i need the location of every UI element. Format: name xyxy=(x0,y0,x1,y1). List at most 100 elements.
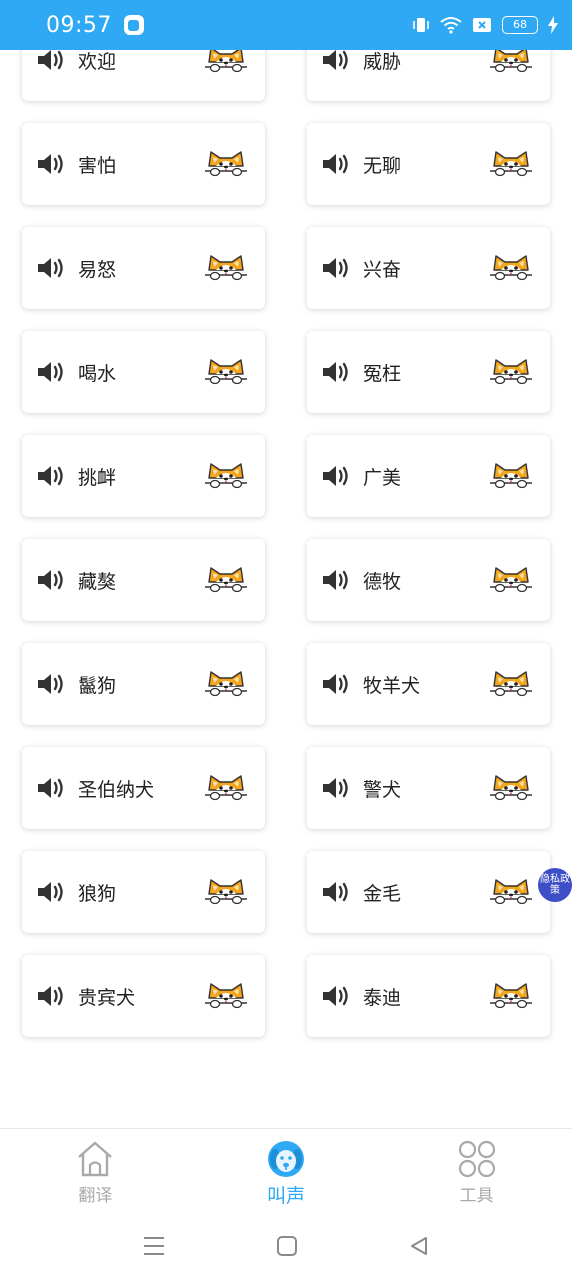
status-time: 09:57 xyxy=(46,12,112,38)
dog-mascot-icon xyxy=(203,669,249,699)
vibrate-icon xyxy=(413,18,429,32)
sound-card[interactable]: 牧羊犬 xyxy=(307,643,550,725)
status-bar: 09:57 68 xyxy=(0,0,572,50)
sound-card[interactable]: 挑衅 xyxy=(22,435,265,517)
speaker-icon xyxy=(321,983,351,1009)
privacy-policy-badge[interactable]: 隐私政策 xyxy=(538,868,572,902)
sound-card[interactable]: 贵宾犬 xyxy=(22,955,265,1037)
dog-mascot-icon xyxy=(488,357,534,387)
speaker-icon xyxy=(36,47,66,73)
dog-mascot-icon xyxy=(488,877,534,907)
back-triangle-icon[interactable] xyxy=(408,1235,430,1257)
tools-grid-icon xyxy=(458,1140,495,1178)
speaker-icon xyxy=(36,255,66,281)
nav-item-tools[interactable]: 工具 xyxy=(381,1129,572,1212)
speaker-icon xyxy=(36,151,66,177)
sound-label: 牧羊犬 xyxy=(363,674,421,697)
sound-card[interactable]: 兴奋 xyxy=(307,227,550,309)
dog-icon xyxy=(268,1141,304,1177)
sound-label: 挑衅 xyxy=(78,466,117,489)
system-nav-bar xyxy=(0,1212,572,1280)
dog-mascot-icon xyxy=(488,461,534,491)
sound-label: 藏獒 xyxy=(78,570,117,593)
sound-card[interactable]: 圣伯纳犬 xyxy=(22,747,265,829)
sound-card[interactable]: 泰迪 xyxy=(307,955,550,1037)
sound-label: 狼狗 xyxy=(78,882,117,905)
home-square-icon[interactable] xyxy=(276,1235,298,1257)
battery-icon: 68 xyxy=(502,16,538,34)
speaker-icon xyxy=(321,775,351,801)
nav-item-bark[interactable]: 叫声 xyxy=(191,1129,382,1212)
sound-label: 警犬 xyxy=(363,778,402,801)
nav-item-translate[interactable]: 翻译 xyxy=(0,1129,191,1212)
dog-mascot-icon xyxy=(488,981,534,1011)
status-icons: 68 xyxy=(412,16,558,34)
sound-label: 贵宾犬 xyxy=(78,986,136,1009)
sound-label: 兴奋 xyxy=(363,258,402,281)
nav-label-translate: 翻译 xyxy=(78,1186,113,1206)
dog-mascot-icon xyxy=(488,669,534,699)
dog-mascot-icon xyxy=(488,253,534,283)
speaker-icon xyxy=(321,151,351,177)
sound-card[interactable]: 金毛 xyxy=(307,851,550,933)
house-icon xyxy=(78,1141,113,1177)
sound-card[interactable]: 狼狗 xyxy=(22,851,265,933)
sound-grid: 欢迎 威胁害怕 无聊易怒 兴奋喝水 冤枉挑衅 广美藏獒 德牧鬣狗 牧羊犬圣伯纳犬 警犬狼狗 金毛贵… xyxy=(0,0,572,1128)
sound-label: 害怕 xyxy=(78,154,117,177)
sound-label: 德牧 xyxy=(363,570,402,593)
sound-card[interactable]: 警犬 xyxy=(307,747,550,829)
speaker-icon xyxy=(321,359,351,385)
sound-label: 鬣狗 xyxy=(78,674,117,697)
wifi-icon xyxy=(440,17,462,34)
sound-label: 金毛 xyxy=(363,882,402,905)
sound-card[interactable]: 藏獒 xyxy=(22,539,265,621)
sound-card[interactable]: 易怒 xyxy=(22,227,265,309)
speaker-icon xyxy=(321,255,351,281)
dog-mascot-icon xyxy=(488,773,534,803)
app-notification-icon xyxy=(123,15,144,35)
speaker-icon xyxy=(36,463,66,489)
sound-label: 广美 xyxy=(363,466,402,489)
dog-mascot-icon xyxy=(203,253,249,283)
battery-level: 68 xyxy=(513,18,527,31)
sound-label: 无聊 xyxy=(363,154,402,177)
sound-card[interactable]: 德牧 xyxy=(307,539,550,621)
sound-label: 泰迪 xyxy=(363,986,402,1009)
speaker-icon xyxy=(36,671,66,697)
speaker-icon xyxy=(321,463,351,489)
bottom-nav: 翻译 叫声 工具 xyxy=(0,1128,572,1212)
charging-icon xyxy=(548,16,558,34)
sound-label: 欢迎 xyxy=(78,50,117,73)
sound-label: 喝水 xyxy=(78,362,117,385)
speaker-icon xyxy=(36,879,66,905)
sound-card[interactable]: 广美 xyxy=(307,435,550,517)
speaker-icon xyxy=(36,983,66,1009)
dog-mascot-icon xyxy=(488,149,534,179)
dog-mascot-icon xyxy=(203,461,249,491)
menu-icon[interactable] xyxy=(142,1235,166,1257)
speaker-icon xyxy=(36,775,66,801)
sound-label: 易怒 xyxy=(78,258,117,281)
speaker-icon xyxy=(321,567,351,593)
sound-card[interactable]: 鬣狗 xyxy=(22,643,265,725)
sound-label: 威胁 xyxy=(363,50,402,73)
sound-label: 圣伯纳犬 xyxy=(78,778,155,801)
sound-label: 冤枉 xyxy=(363,362,402,385)
nav-label-tools: 工具 xyxy=(459,1186,494,1206)
sound-card[interactable]: 无聊 xyxy=(307,123,550,205)
speaker-icon xyxy=(321,879,351,905)
dog-mascot-icon xyxy=(203,877,249,907)
nav-label-bark: 叫声 xyxy=(267,1185,306,1207)
dog-mascot-icon xyxy=(203,149,249,179)
speaker-icon xyxy=(36,567,66,593)
sound-card[interactable]: 喝水 xyxy=(22,331,265,413)
dog-mascot-icon xyxy=(203,981,249,1011)
dog-mascot-icon xyxy=(203,773,249,803)
speaker-icon xyxy=(36,359,66,385)
sound-card[interactable]: 冤枉 xyxy=(307,331,550,413)
sound-card[interactable]: 害怕 xyxy=(22,123,265,205)
dog-mascot-icon xyxy=(203,565,249,595)
dog-mascot-icon xyxy=(203,357,249,387)
sim-x-icon xyxy=(473,18,491,32)
speaker-icon xyxy=(321,47,351,73)
